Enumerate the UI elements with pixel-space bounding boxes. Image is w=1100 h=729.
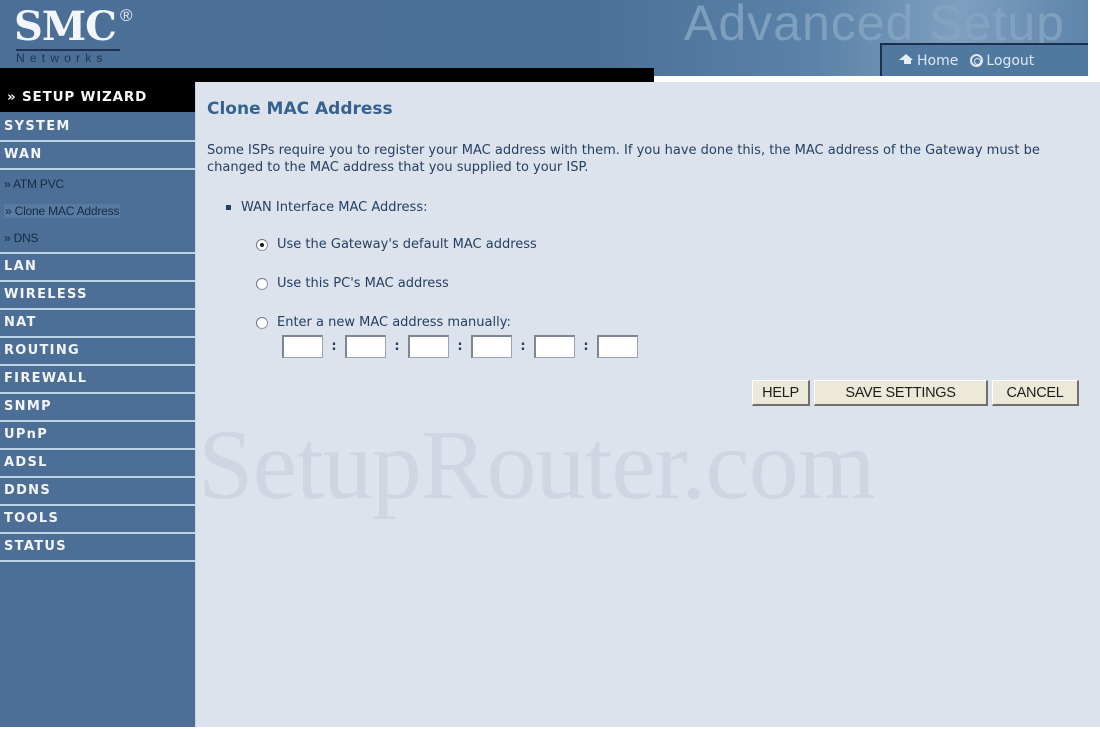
home-label: Home bbox=[917, 52, 959, 69]
intro-text: Some ISPs require you to register your M… bbox=[207, 143, 1040, 175]
smc-logo: SMC ® Networks bbox=[14, 4, 144, 66]
sidebar-subitem-clone-mac-address[interactable]: » Clone MAC Address bbox=[0, 198, 195, 225]
mac-octet-6[interactable] bbox=[597, 335, 638, 358]
mac-octet-1[interactable] bbox=[282, 335, 323, 358]
mac-separator: : bbox=[331, 339, 337, 354]
wan-mac-section-label: WAN Interface MAC Address: bbox=[226, 200, 427, 215]
mac-separator: : bbox=[394, 339, 400, 354]
watermark: SetupRouter.com bbox=[198, 409, 876, 520]
radio-default-mac[interactable] bbox=[256, 238, 268, 251]
mac-address-fields: : : : : : bbox=[282, 335, 638, 358]
top-nav: Home Logout bbox=[880, 43, 1088, 76]
wan-submenu: » ATM PVC » Clone MAC Address » DNS bbox=[0, 170, 195, 254]
home-link[interactable]: Home bbox=[898, 53, 958, 69]
main-content: SetupRouter.com Clone MAC Address Some I… bbox=[195, 82, 1100, 727]
save-settings-button[interactable]: SAVE SETTINGS bbox=[814, 380, 988, 406]
option-label: Enter a new MAC address manually: bbox=[277, 315, 511, 330]
sidebar-subitem-label: » Clone MAC Address bbox=[4, 204, 121, 218]
sidebar-item-wireless[interactable]: WIRELESS bbox=[0, 282, 195, 310]
option-label: Use the Gateway's default MAC address bbox=[277, 237, 537, 252]
help-button[interactable]: HELP bbox=[752, 380, 810, 406]
radio-manual-mac[interactable] bbox=[256, 316, 268, 329]
bullet-icon bbox=[226, 205, 231, 210]
option-manual-mac[interactable]: Enter a new MAC address manually: bbox=[256, 315, 511, 330]
sidebar-subitem-dns[interactable]: » DNS bbox=[0, 225, 195, 252]
sidebar-item-snmp[interactable]: SNMP bbox=[0, 394, 195, 422]
logo-registered-mark: ® bbox=[120, 6, 133, 25]
sidebar-item-tools[interactable]: TOOLS bbox=[0, 506, 195, 534]
sidebar-subitem-atm-pvc[interactable]: » ATM PVC bbox=[0, 171, 195, 198]
sidebar-item-wan[interactable]: WAN bbox=[0, 142, 195, 170]
header-divider-bar bbox=[0, 68, 654, 82]
action-buttons: HELP SAVE SETTINGS CANCEL bbox=[752, 380, 1079, 406]
sidebar-item-adsl[interactable]: ADSL bbox=[0, 450, 195, 478]
page-title: Clone MAC Address bbox=[207, 99, 393, 119]
sidebar: » SETUP WIZARD SYSTEM WAN » ATM PVC » Cl… bbox=[0, 82, 195, 727]
logout-label: Logout bbox=[986, 52, 1035, 69]
sidebar-item-firewall[interactable]: FIREWALL bbox=[0, 366, 195, 394]
mac-octet-3[interactable] bbox=[408, 335, 449, 358]
sidebar-item-routing[interactable]: ROUTING bbox=[0, 338, 195, 366]
option-label: Use this PC's MAC address bbox=[277, 276, 449, 291]
sidebar-item-setup-wizard[interactable]: » SETUP WIZARD bbox=[0, 82, 195, 112]
mac-octet-4[interactable] bbox=[471, 335, 512, 358]
logo-brand: SMC bbox=[14, 3, 117, 50]
sidebar-item-ddns[interactable]: DDNS bbox=[0, 478, 195, 506]
cancel-button[interactable]: CANCEL bbox=[992, 380, 1079, 406]
mac-octet-5[interactable] bbox=[534, 335, 575, 358]
sidebar-item-system[interactable]: SYSTEM bbox=[0, 114, 195, 142]
option-pc-mac[interactable]: Use this PC's MAC address bbox=[256, 276, 449, 291]
mac-separator: : bbox=[457, 339, 463, 354]
sidebar-item-nat[interactable]: NAT bbox=[0, 310, 195, 338]
option-default-mac[interactable]: Use the Gateway's default MAC address bbox=[256, 237, 537, 252]
sidebar-subitem-label: » ATM PVC bbox=[4, 177, 64, 191]
logout-icon bbox=[970, 54, 984, 67]
mac-octet-2[interactable] bbox=[345, 335, 386, 358]
radio-pc-mac[interactable] bbox=[256, 277, 268, 290]
mac-separator: : bbox=[583, 339, 589, 354]
home-icon bbox=[898, 53, 914, 68]
sidebar-item-upnp[interactable]: UPnP bbox=[0, 422, 195, 450]
logout-link[interactable]: Logout bbox=[970, 53, 1034, 69]
header: Advanced Setup SMC ® Networks Home Logou… bbox=[0, 0, 1100, 82]
sidebar-item-lan[interactable]: LAN bbox=[0, 254, 195, 282]
mac-separator: : bbox=[520, 339, 526, 354]
sidebar-subitem-label: » DNS bbox=[4, 231, 39, 245]
section-label-text: WAN Interface MAC Address: bbox=[241, 200, 428, 215]
sidebar-menu: SYSTEM WAN » ATM PVC » Clone MAC Address… bbox=[0, 114, 195, 562]
logo-subtitle: Networks bbox=[16, 51, 108, 65]
sidebar-item-status[interactable]: STATUS bbox=[0, 534, 195, 562]
